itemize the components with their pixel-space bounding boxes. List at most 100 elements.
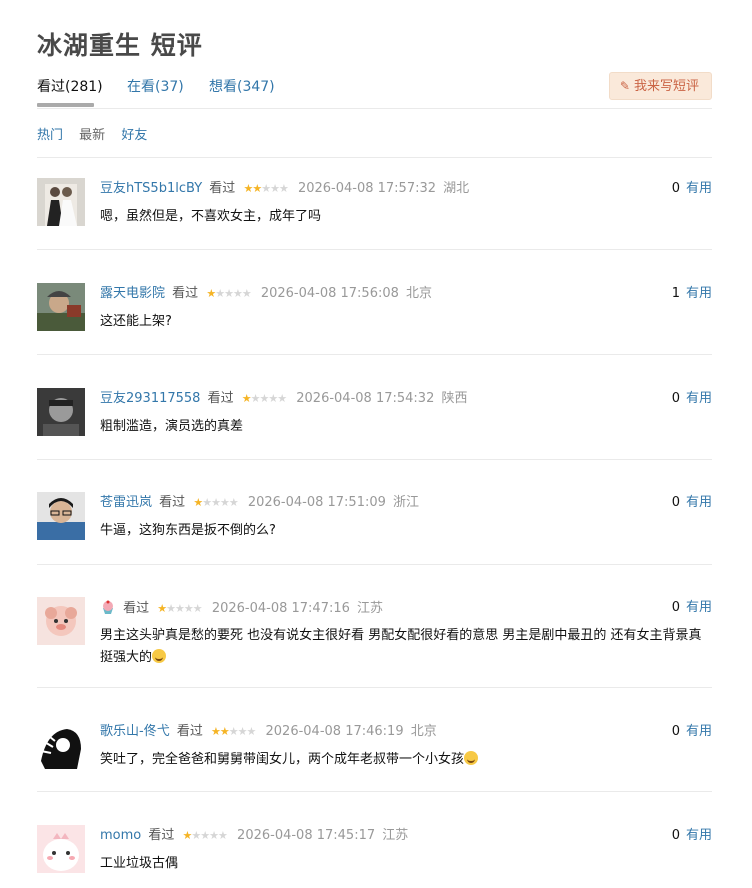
avatar[interactable] (37, 825, 85, 873)
rating-stars: ★★★★★ (241, 392, 287, 405)
comment-meta: 露天电影院 看过 ★★★★★ 2026-04-08 17:56:08 北京 (100, 285, 432, 303)
comment-text: 工业垃圾古偶 (100, 856, 179, 871)
tab-watched[interactable]: 看过(281) (37, 76, 103, 96)
comment-text: 粗制滥造，演员选的真差 (100, 419, 244, 434)
sort-hot[interactable]: 热门 (37, 128, 63, 143)
comment-time[interactable]: 2026-04-08 17:56:08 (261, 286, 399, 301)
comment-location: 江苏 (357, 601, 384, 616)
useful-button[interactable]: 有用 (686, 495, 712, 510)
useful-button[interactable]: 有用 (686, 828, 712, 843)
useful-button[interactable]: 有用 (686, 391, 712, 406)
vote-count: 0 (671, 600, 680, 615)
divider (37, 157, 712, 158)
laughing-emoji-icon (464, 751, 479, 765)
tab-watching[interactable]: 在看(37) (127, 76, 184, 96)
divider (37, 459, 712, 460)
comment-time[interactable]: 2026-04-08 17:51:09 (248, 495, 386, 510)
divider (37, 249, 712, 250)
vote-count: 0 (671, 391, 680, 406)
sort-latest[interactable]: 最新 (79, 128, 105, 143)
rating-stars: ★★★★★ (157, 602, 202, 615)
vote-area: 0 有用 (672, 390, 712, 408)
avatar[interactable] (37, 283, 85, 331)
comment-user[interactable]: 露天电影院 (100, 286, 165, 301)
divider (37, 687, 712, 688)
comment-status: 看过 (207, 391, 234, 406)
avatar[interactable] (37, 178, 85, 226)
comment-time[interactable]: 2026-04-08 17:54:32 (296, 391, 434, 406)
comment-user[interactable]: 歌乐山-佟弋 (100, 724, 170, 739)
sort-friends[interactable]: 好友 (121, 128, 147, 143)
useful-button[interactable]: 有用 (686, 600, 712, 615)
rating-stars: ★★★★★ (243, 182, 288, 195)
comment-status: 看过 (123, 601, 150, 616)
comment-text: 笑吐了，完全爸爸和舅舅带闺女儿，两个成年老叔带一个小女孩 (100, 749, 705, 771)
vote-count: 0 (671, 724, 680, 739)
comment-meta: 豆友293117558 看过 ★★★★★ 2026-04-08 17:54:32… (100, 390, 468, 408)
rating-stars: ★★★★★ (182, 829, 228, 842)
page-title: 冰湖重生 短评 (37, 31, 203, 60)
vote-area: 0 有用 (672, 599, 712, 617)
vote-count: 0 (671, 181, 680, 196)
comment-meta: 看过 ★★★★★ 2026-04-08 17:47:16 江苏 (100, 599, 383, 618)
tab-wish[interactable]: 想看(347) (209, 76, 275, 96)
comment-meta: momo 看过 ★★★★★ 2026-04-08 17:45:17 江苏 (100, 827, 408, 845)
comment-location: 浙江 (393, 495, 420, 510)
divider (37, 564, 712, 565)
vote-area: 0 有用 (672, 723, 712, 741)
comment-status: 看过 (148, 828, 175, 843)
vote-area: 0 有用 (672, 827, 712, 845)
comment-user[interactable]: 苍雷迅岚 (100, 495, 152, 510)
rating-stars: ★★★★★ (206, 287, 251, 300)
avatar[interactable] (37, 388, 85, 436)
avatar[interactable] (37, 597, 85, 645)
comment-location: 江苏 (382, 828, 409, 843)
comment-text-body: 笑吐了，完全爸爸和舅舅带闺女儿，两个成年老叔带一个小女孩 (100, 752, 465, 767)
avatar[interactable] (37, 721, 85, 769)
active-tab-indicator (37, 103, 94, 107)
comment-meta: 苍雷迅岚 看过 ★★★★★ 2026-04-08 17:51:09 浙江 (100, 494, 419, 512)
vote-count: 0 (671, 828, 680, 843)
sort-options: 热门 最新 好友 (37, 124, 159, 143)
comment-time[interactable]: 2026-04-08 17:46:19 (266, 724, 404, 739)
comment-location: 北京 (406, 286, 433, 301)
vote-area: 0 有用 (672, 180, 712, 198)
divider (37, 791, 712, 792)
vote-count: 0 (671, 495, 680, 510)
comment-status: 看过 (209, 181, 236, 196)
comment-user[interactable]: 豆友hTS5b1lcBY (100, 181, 202, 196)
comment-text: 嗯，虽然但是，不喜欢女主，成年了吗 (100, 209, 322, 224)
comment-location: 陕西 (441, 391, 468, 406)
useful-button[interactable]: 有用 (686, 724, 712, 739)
useful-button[interactable]: 有用 (686, 286, 712, 301)
divider (37, 354, 712, 355)
comment-status: 看过 (176, 724, 203, 739)
vote-area: 1 有用 (672, 285, 712, 303)
comment-text-body: 男主这头驴真是愁的要死 也没有说女主很好看 男配女配很好看的意思 男主是剧中最丑… (100, 628, 702, 665)
laughing-emoji-icon (152, 649, 167, 663)
comment-time[interactable]: 2026-04-08 17:57:32 (298, 181, 436, 196)
comment-location: 北京 (410, 724, 437, 739)
vote-count: 1 (671, 286, 680, 301)
useful-button[interactable]: 有用 (686, 181, 712, 196)
comment-text: 牛逼，这狗东西是扳不倒的么? (100, 523, 276, 538)
comment-time[interactable]: 2026-04-08 17:47:16 (212, 601, 350, 616)
comment-status: 看过 (159, 495, 186, 510)
write-comment-button[interactable]: ✎ 我来写短评 (608, 72, 712, 100)
write-comment-label: 我来写短评 (633, 79, 699, 94)
vote-area: 0 有用 (672, 494, 712, 512)
rating-stars: ★★★★★ (193, 496, 238, 509)
status-tabs: 看过(281) 在看(37) 想看(347) ✎ 我来写短评 (37, 70, 712, 109)
comment-text: 这还能上架? (100, 314, 172, 329)
comment-meta: 歌乐山-佟弋 看过 ★★★★★ 2026-04-08 17:46:19 北京 (100, 723, 437, 741)
cupcake-icon[interactable] (100, 599, 116, 615)
avatar[interactable] (37, 492, 85, 540)
pencil-icon: ✎ (619, 79, 630, 93)
rating-stars: ★★★★★ (211, 725, 256, 738)
comment-user[interactable]: momo (100, 828, 141, 843)
comment-time[interactable]: 2026-04-08 17:45:17 (237, 828, 375, 843)
comment-meta: 豆友hTS5b1lcBY 看过 ★★★★★ 2026-04-08 17:57:3… (100, 180, 469, 198)
comment-text: 男主这头驴真是愁的要死 也没有说女主很好看 男配女配很好看的意思 男主是剧中最丑… (100, 625, 705, 669)
comment-status: 看过 (172, 286, 199, 301)
comment-user[interactable]: 豆友293117558 (100, 391, 200, 406)
